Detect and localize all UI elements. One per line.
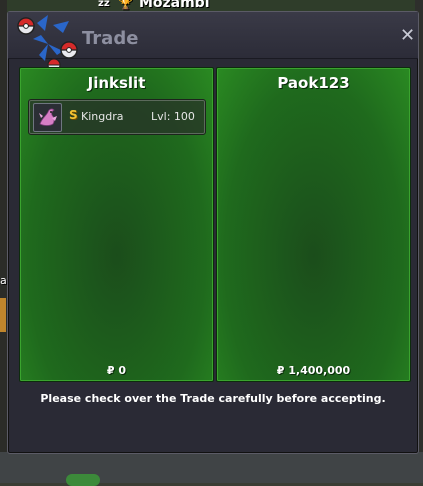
trade-money-amount: ₽ 1,400,000 — [276, 364, 351, 377]
trade-window: Trade ✕ Jinkslit S Kingdra Lvl: 100 ₽ 0 … — [7, 11, 419, 454]
world-bush-sprite — [66, 474, 100, 486]
pokeball-logo-icon — [17, 15, 78, 72]
world-left-strip — [0, 0, 7, 483]
window-title: Trade — [82, 28, 139, 49]
trade-panel-player-name: Jinkslit — [87, 74, 146, 92]
trade-panel-partner: Paok123 ₽ 1,400,000 — [216, 67, 411, 382]
trade-panel-self: Jinkslit S Kingdra Lvl: 100 ₽ 0 — [19, 67, 214, 382]
kingdra-sprite-icon — [33, 103, 62, 132]
trade-money-amount: ₽ 0 — [106, 364, 127, 377]
close-icon[interactable]: ✕ — [400, 27, 415, 45]
world-bottom-strip — [0, 452, 423, 483]
shiny-badge-icon: S — [69, 108, 78, 122]
pokemon-level: Lvl: 100 — [151, 110, 195, 123]
trade-panel-player-name: Paok123 — [277, 74, 350, 92]
trophy-icon: 🏆 — [118, 0, 133, 10]
edge-char-fragment: a — [0, 274, 7, 287]
edge-sprite-fragment — [0, 298, 6, 332]
sleep-zz-icon: zz — [98, 0, 110, 9]
trade-instructions: Please check over the Trade carefully be… — [40, 392, 386, 405]
pokemon-name: Kingdra — [81, 110, 124, 123]
trade-item-slot[interactable]: S Kingdra Lvl: 100 — [28, 99, 206, 135]
overhead-player-name: 🏆 Mozambi — [118, 0, 210, 11]
